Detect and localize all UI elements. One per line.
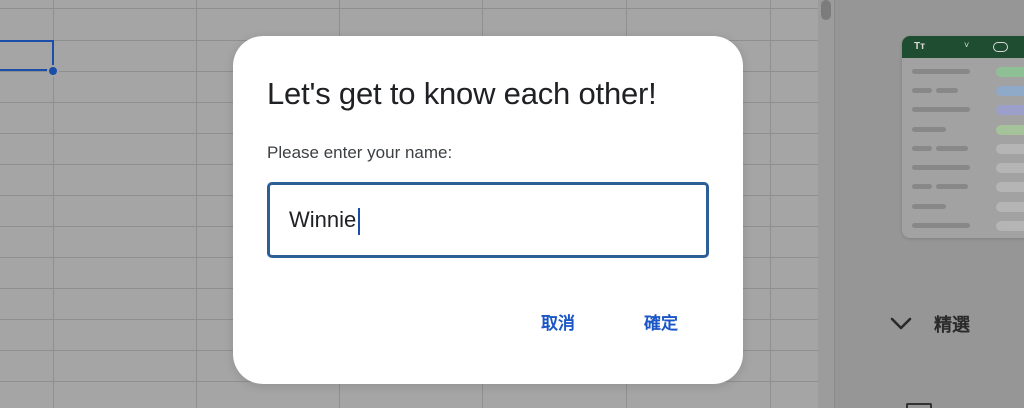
- text-cursor: [358, 208, 360, 235]
- text-type-icon: Tт: [914, 41, 926, 52]
- preview-chip: [996, 67, 1024, 77]
- preview-row: [902, 216, 1024, 235]
- chip-icon: [993, 42, 1008, 52]
- name-prompt-label: Please enter your name:: [267, 143, 453, 162]
- preview-chip: [996, 221, 1024, 231]
- fill-handle[interactable]: [47, 65, 59, 77]
- preview-chip: [996, 202, 1024, 212]
- preview-row: [902, 197, 1024, 216]
- preview-text-bar: [936, 146, 968, 151]
- preview-chip: [996, 86, 1024, 96]
- dialog-title: Let's get to know each other!: [267, 76, 657, 111]
- preview-chip: [996, 125, 1024, 135]
- preview-row: [902, 100, 1024, 119]
- preview-row: [902, 81, 1024, 100]
- ok-button[interactable]: 確定: [638, 306, 684, 342]
- grid-column-line: [196, 0, 197, 408]
- preview-chip: [996, 182, 1024, 192]
- preview-text-bar: [912, 184, 932, 189]
- table-template-preview[interactable]: Tт ˅: [902, 36, 1024, 238]
- preview-row: [902, 139, 1024, 158]
- grid-column-line: [770, 0, 771, 408]
- preview-row: [902, 120, 1024, 139]
- preview-text-bar: [912, 223, 970, 228]
- cancel-button[interactable]: 取消: [535, 306, 581, 342]
- preview-chip: [996, 163, 1024, 173]
- preview-text-bar: [912, 204, 946, 209]
- preview-text-bar: [912, 146, 932, 151]
- preview-header: Tт ˅: [902, 36, 1024, 58]
- preview-row: [902, 177, 1024, 196]
- name-input[interactable]: [270, 185, 706, 255]
- panel-bottom-icon[interactable]: [906, 403, 932, 408]
- preview-text-bar: [936, 88, 958, 93]
- featured-section-label: 精選: [934, 315, 970, 336]
- preview-text-bar: [936, 184, 968, 189]
- preview-row: [902, 62, 1024, 81]
- preview-text-bar: [912, 107, 970, 112]
- preview-text-bar: [912, 165, 970, 170]
- preview-chip: [996, 105, 1024, 115]
- vertical-scrollbar[interactable]: [818, 0, 834, 408]
- preview-text-bar: [912, 69, 970, 74]
- preview-text-bar: [912, 127, 946, 132]
- preview-row: [902, 158, 1024, 177]
- preview-text-bar: [912, 88, 932, 93]
- caret-down-icon: ˅: [964, 40, 970, 50]
- name-prompt-dialog: Let's get to know each other! Please ent…: [233, 36, 743, 384]
- chevron-down-icon[interactable]: [888, 311, 914, 337]
- name-input-frame: [267, 182, 709, 258]
- scrollbar-thumb[interactable]: [821, 0, 831, 20]
- selected-cell[interactable]: [0, 40, 54, 71]
- chevron-down-icon-svg: [890, 317, 912, 330]
- preview-chip: [996, 144, 1024, 154]
- side-panel-divider: [834, 0, 835, 408]
- featured-section-header[interactable]: 精選: [888, 310, 970, 338]
- grid-row-line: [0, 8, 818, 9]
